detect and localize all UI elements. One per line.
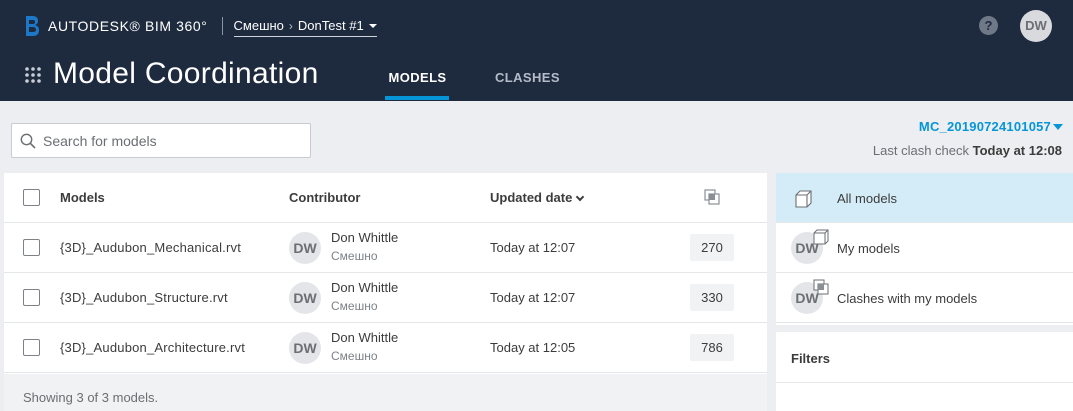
search-icon bbox=[20, 133, 36, 149]
panel-item-all-models[interactable]: All models bbox=[776, 173, 1073, 223]
search-box[interactable] bbox=[11, 123, 311, 158]
help-icon[interactable]: ? bbox=[979, 16, 998, 35]
table-row[interactable]: {3D}_Audubon_Architecture.rvt DW Don Whi… bbox=[4, 323, 767, 373]
last-check-value: Today at 12:08 bbox=[972, 143, 1062, 158]
filters-panel: Filters bbox=[776, 332, 1073, 411]
table-header: Models Contributor Updated date bbox=[4, 173, 767, 223]
panel-item-label: My models bbox=[837, 241, 900, 256]
sort-down-icon bbox=[576, 192, 585, 202]
app-title: Model Coordination bbox=[53, 57, 319, 90]
last-clash-check: Last clash check Today at 12:08 bbox=[873, 143, 1062, 158]
panel-item-label: All models bbox=[837, 191, 897, 206]
contributor-name: Don Whittle bbox=[331, 230, 399, 245]
project-org: Смешно bbox=[233, 18, 284, 33]
table-footer: Showing 3 of 3 models. bbox=[4, 374, 767, 411]
table-row[interactable]: {3D}_Audubon_Mechanical.rvt DW Don Whitt… bbox=[4, 223, 767, 273]
model-name[interactable]: {3D}_Audubon_Structure.rvt bbox=[60, 290, 228, 305]
panel-item-clashes-with-my-models[interactable]: DW Clashes with my models bbox=[776, 273, 1073, 323]
brand-divider bbox=[221, 17, 223, 35]
model-name[interactable]: {3D}_Audubon_Mechanical.rvt bbox=[60, 240, 241, 255]
clash-badge-icon bbox=[813, 279, 829, 295]
column-models[interactable]: Models bbox=[60, 190, 105, 205]
model-filter-panel: All models DW My models DW Clashes with … bbox=[776, 173, 1073, 325]
row-checkbox[interactable] bbox=[23, 239, 40, 256]
contributor-name: Don Whittle bbox=[331, 280, 399, 295]
updated-date: Today at 12:05 bbox=[490, 340, 576, 355]
contributor-name: Don Whittle bbox=[331, 330, 399, 345]
filters-divider bbox=[776, 382, 1073, 383]
cube-badge-icon bbox=[813, 229, 829, 245]
last-check-label: Last clash check bbox=[872, 143, 970, 158]
tab-models[interactable]: MODELS bbox=[386, 70, 449, 85]
version-selector[interactable]: MC_20190724101057 bbox=[919, 119, 1063, 134]
models-table: Models Contributor Updated date {3D}_Aud… bbox=[4, 173, 767, 411]
row-checkbox[interactable] bbox=[23, 289, 40, 306]
clash-count[interactable]: 270 bbox=[690, 234, 734, 261]
row-checkbox[interactable] bbox=[23, 339, 40, 356]
panel-item-my-models[interactable]: DW My models bbox=[776, 223, 1073, 273]
contributor-org: Смешно bbox=[331, 349, 378, 363]
chevron-right-icon: › bbox=[288, 18, 293, 33]
clash-count-icon bbox=[704, 189, 720, 205]
clash-count[interactable]: 330 bbox=[690, 284, 734, 311]
app-grid-icon[interactable] bbox=[25, 67, 41, 83]
contributor-avatar: DW bbox=[289, 232, 321, 264]
panel-item-label: Clashes with my models bbox=[837, 291, 978, 306]
brand-bar: AUTODESK® BIM 360° Смешно › DonTest #1 bbox=[24, 14, 377, 38]
table-row[interactable]: {3D}_Audubon_Structure.rvt DW Don Whittl… bbox=[4, 273, 767, 323]
contributor-org: Смешно bbox=[331, 249, 378, 263]
updated-date: Today at 12:07 bbox=[490, 290, 576, 305]
model-name[interactable]: {3D}_Audubon_Architecture.rvt bbox=[60, 340, 245, 355]
filters-title[interactable]: Filters bbox=[791, 351, 830, 366]
contributor-avatar: DW bbox=[289, 282, 321, 314]
bim360-logo-icon[interactable] bbox=[24, 15, 40, 37]
column-updated-date[interactable]: Updated date bbox=[490, 190, 585, 205]
project-selector[interactable]: Смешно › DonTest #1 bbox=[233, 18, 377, 37]
search-input[interactable] bbox=[43, 132, 293, 149]
active-tab-indicator bbox=[385, 96, 449, 100]
caret-down-icon bbox=[368, 23, 377, 28]
showing-count: Showing 3 of 3 models. bbox=[23, 390, 159, 405]
select-all-checkbox[interactable] bbox=[23, 189, 40, 206]
top-header: AUTODESK® BIM 360° Смешно › DonTest #1 ?… bbox=[0, 0, 1073, 101]
column-updated-label: Updated date bbox=[490, 190, 573, 205]
column-contributor[interactable]: Contributor bbox=[289, 190, 360, 205]
tab-clashes[interactable]: CLASHES bbox=[495, 70, 560, 85]
project-name: DonTest #1 bbox=[297, 18, 364, 33]
caret-down-icon bbox=[1053, 123, 1063, 130]
user-avatar[interactable]: DW bbox=[1020, 10, 1052, 42]
brand-name: AUTODESK® BIM 360° bbox=[48, 18, 208, 34]
cube-icon bbox=[795, 190, 812, 208]
contributor-org: Смешно bbox=[331, 299, 378, 313]
clash-count[interactable]: 786 bbox=[690, 334, 734, 361]
version-label: MC_20190724101057 bbox=[918, 119, 1051, 134]
contributor-avatar: DW bbox=[289, 332, 321, 364]
updated-date: Today at 12:07 bbox=[490, 240, 576, 255]
